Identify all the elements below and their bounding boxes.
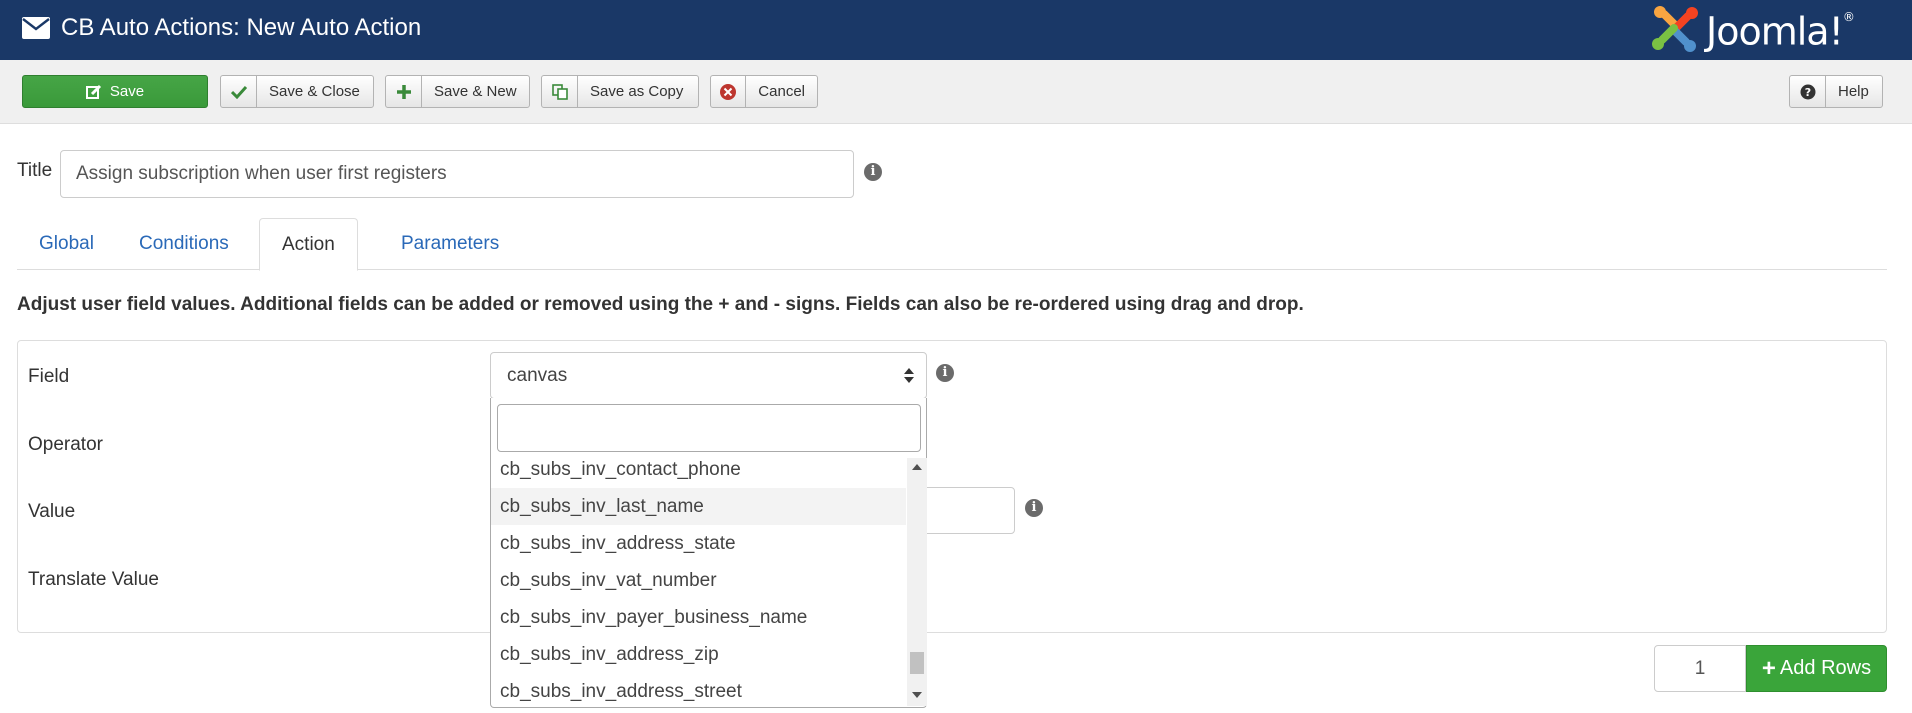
dropdown-search-input[interactable] [497,404,921,452]
page-title: CB Auto Actions: New Auto Action [61,14,422,41]
tab-action[interactable]: Action [259,218,358,271]
joomla-wordmark: Joomla!® [1706,9,1855,54]
tab-conditions[interactable]: Conditions [117,218,251,270]
plus-icon: + [1761,654,1776,682]
dropdown-option[interactable]: cb_subs_inv_address_zip [491,636,906,673]
copy-icon [542,76,578,107]
question-circle-icon: ? [1790,76,1826,107]
title-input[interactable] [60,150,854,198]
dropdown-option[interactable]: cb_subs_inv_last_name [491,488,906,525]
operator-label: Operator [28,434,103,455]
field-select-dropdown: cb_subs_inv_contact_phone cb_subs_inv_la… [490,398,927,708]
translate-value-label: Translate Value [28,569,159,590]
tab-parameters[interactable]: Parameters [379,218,521,270]
dropdown-options-list: cb_subs_inv_contact_phone cb_subs_inv_la… [491,458,906,708]
app-header: CB Auto Actions: New Auto Action Joomla!… [0,0,1912,60]
info-icon[interactable]: i [864,163,882,181]
save-button-label: Save [109,83,145,100]
field-info-icon[interactable]: i [936,364,954,382]
dropdown-option[interactable]: cb_subs_inv_payer_business_name [491,599,906,636]
title-label: Title [17,160,53,181]
add-rows-button[interactable]: + Add Rows [1746,645,1887,692]
save-new-label: Save & New [434,83,517,100]
save-button[interactable]: Save [22,75,208,108]
dropdown-option[interactable]: cb_subs_inv_address_street [491,673,906,708]
scroll-down-arrow-icon[interactable] [912,692,922,698]
save-copy-label: Save as Copy [590,83,684,100]
save-new-button[interactable]: Save & New [385,75,530,108]
field-label: Field [28,366,70,387]
help-label: Help [1838,83,1869,100]
scrollbar-thumb[interactable] [910,652,924,674]
value-label: Value [28,501,76,522]
dropdown-option[interactable]: cb_subs_inv_contact_phone [491,458,906,488]
cancel-circle-icon [711,76,747,107]
check-icon [221,76,257,107]
save-close-label: Save & Close [269,83,360,100]
envelope-icon [22,17,50,39]
scroll-up-arrow-icon[interactable] [912,464,922,470]
cancel-label: Cancel [758,83,805,100]
tab-global[interactable]: Global [17,218,116,270]
dropdown-scrollbar[interactable] [907,458,927,706]
toolbar: Save Save & Close Save & New Save as Cop… [0,60,1912,124]
value-info-icon[interactable]: i [1025,499,1043,517]
tab-bar: Global Conditions Action Parameters [17,218,1887,271]
cancel-button[interactable]: Cancel [710,75,818,108]
add-rows-label: Add Rows [1779,657,1872,679]
field-select[interactable]: canvas [490,352,927,399]
edit-icon [85,84,101,99]
rows-count-input[interactable]: 1 [1654,645,1746,692]
save-close-button[interactable]: Save & Close [220,75,374,108]
joomla-logo-icon [1652,6,1698,52]
plus-icon [386,76,422,107]
dropdown-option[interactable]: cb_subs_inv_address_state [491,525,906,562]
save-copy-button[interactable]: Save as Copy [541,75,699,108]
select-arrows-icon [904,368,914,383]
action-description: Adjust user field values. Additional fie… [17,294,1304,315]
field-select-value: canvas [507,365,568,386]
help-button[interactable]: ? Help [1789,75,1883,108]
svg-text:?: ? [1804,86,1810,99]
dropdown-option[interactable]: cb_subs_inv_vat_number [491,562,906,599]
